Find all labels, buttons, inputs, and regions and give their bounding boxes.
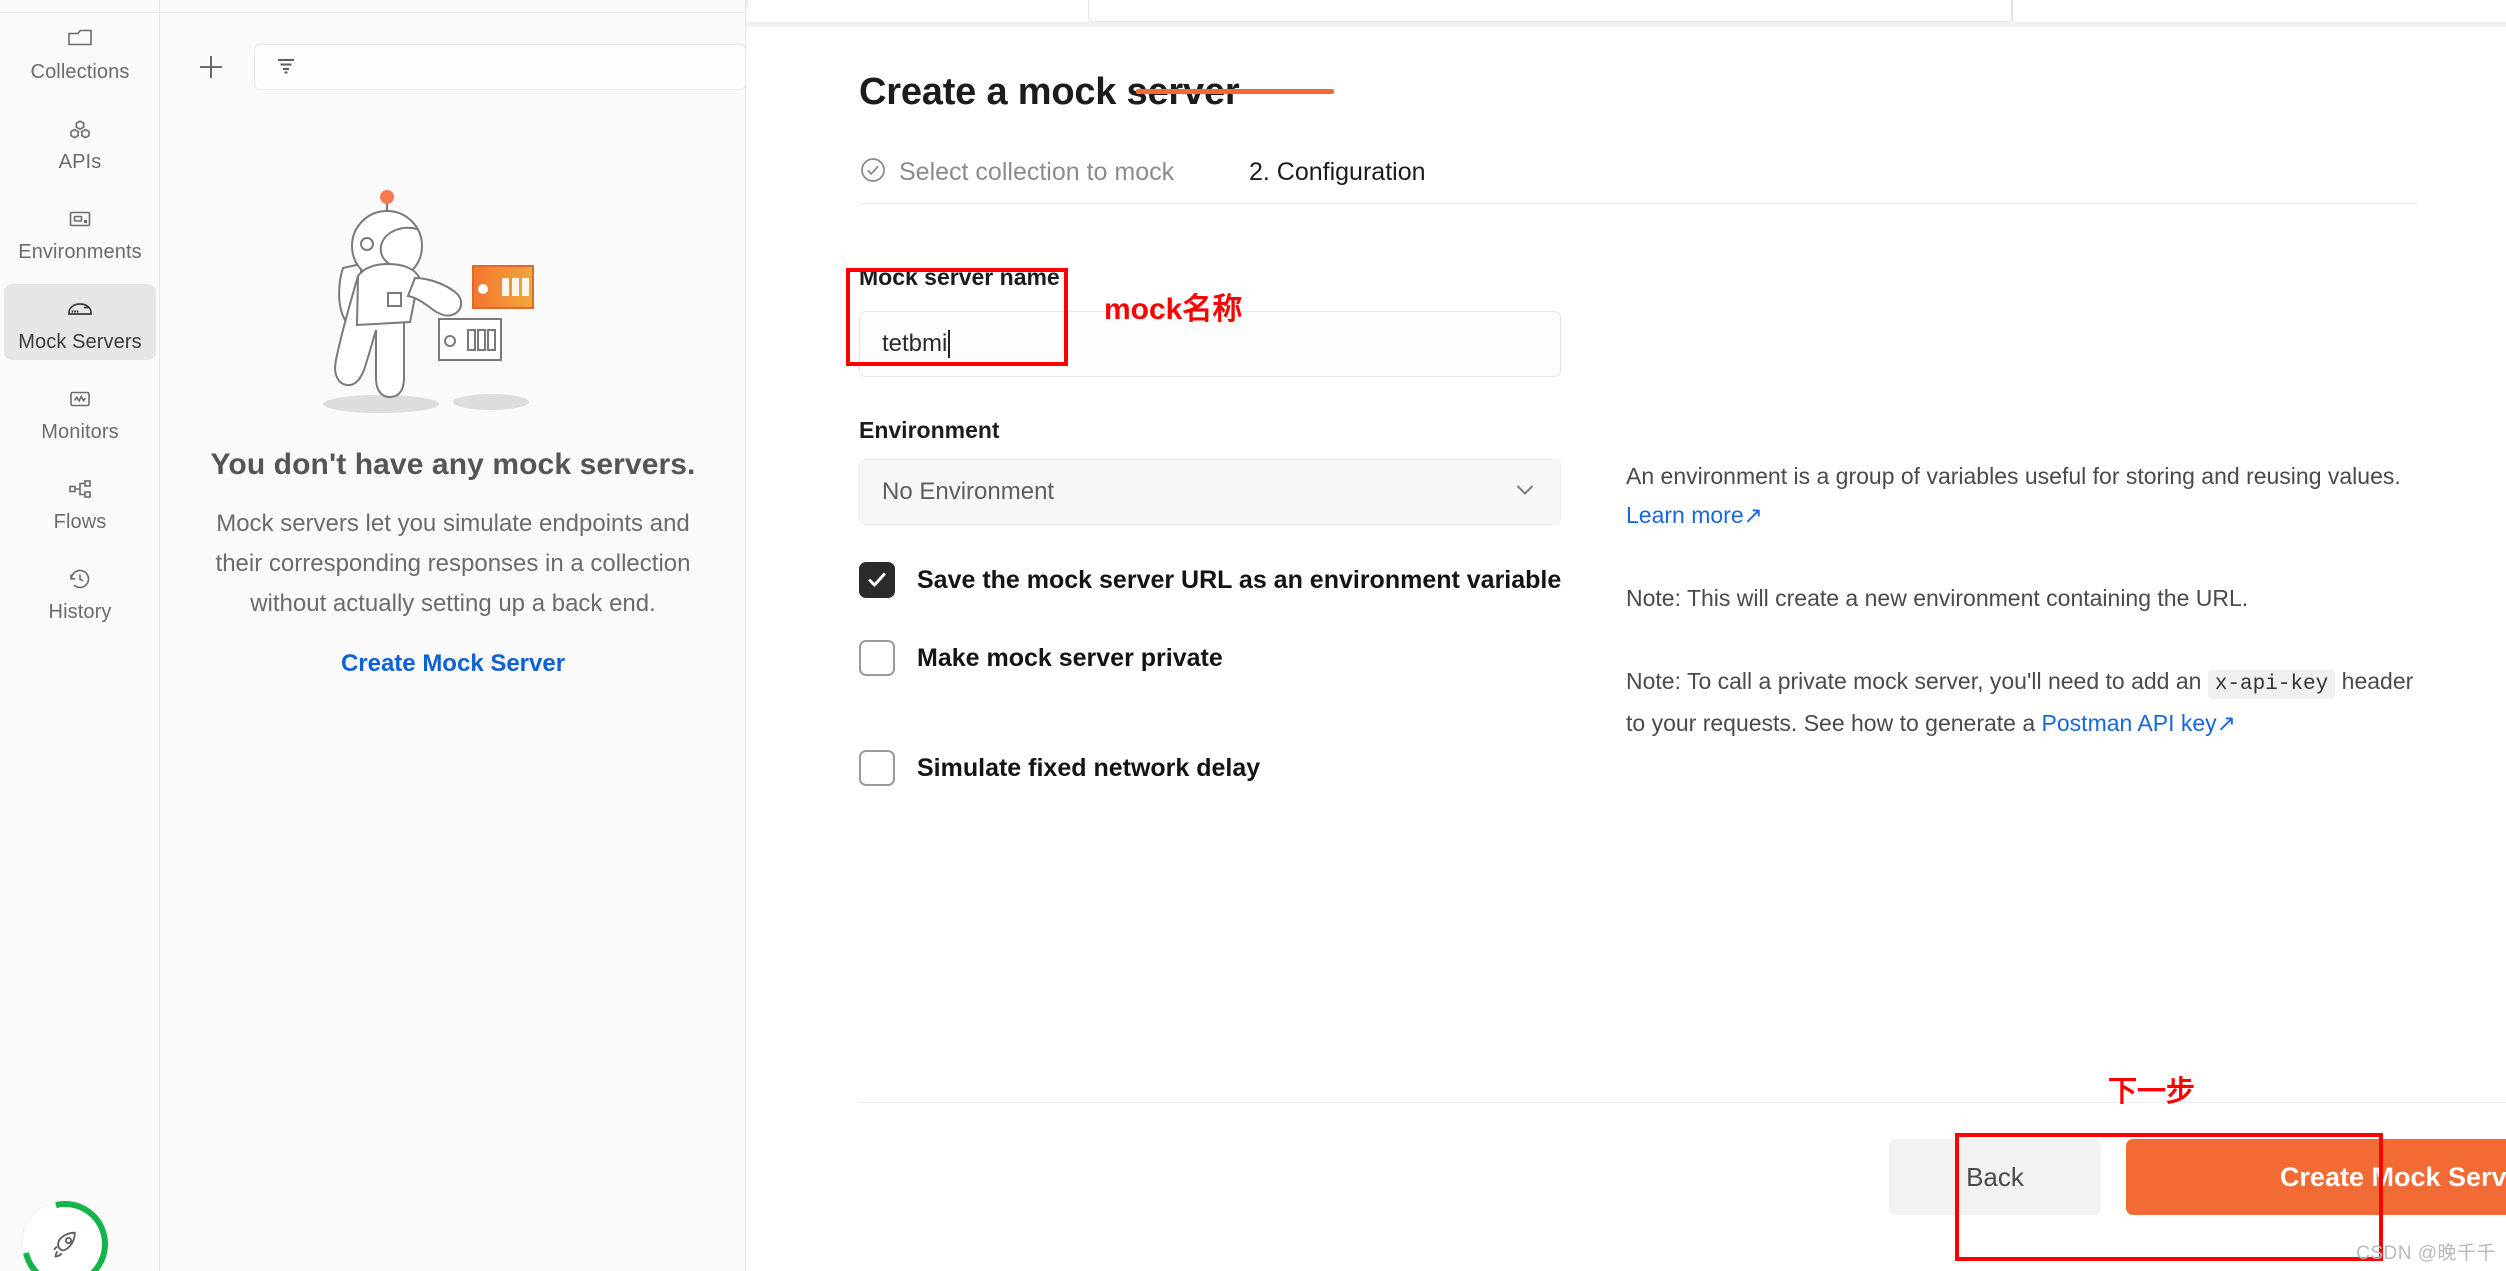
empty-state: You don't have any mock servers. Mock se… <box>160 176 746 678</box>
environment-label: Environment <box>859 417 1000 443</box>
wizard-steps: Select collection to mock 2. Configurati… <box>859 141 2419 203</box>
create-mock-server-link[interactable]: Create Mock Server <box>341 650 565 678</box>
empty-state-description: Mock servers let you simulate endpoints … <box>215 510 691 617</box>
wizard-steps-divider <box>859 203 2419 204</box>
monitors-icon <box>65 384 95 414</box>
top-right-panel-fragment <box>2012 0 2506 22</box>
empty-state-title: You don't have any mock servers. <box>210 448 696 481</box>
tab-select-collection[interactable]: Select collection to mock <box>859 141 1174 203</box>
rail-top-divider <box>0 12 160 13</box>
postman-window: Collections APIs Environments Mock Serve… <box>0 0 2506 1271</box>
rocket-icon[interactable] <box>5 1184 125 1271</box>
footer-divider <box>859 1102 2506 1103</box>
sidebar-item-history[interactable]: History <box>4 554 156 630</box>
sidebar-item-environments[interactable]: Environments <box>4 194 156 270</box>
checkbox-label: Make mock server private <box>917 643 1223 672</box>
plus-icon[interactable] <box>188 44 234 90</box>
checkbox-box <box>859 750 895 786</box>
help-text-column: An environment is a group of variables u… <box>1626 457 2426 743</box>
primary-sidebar-rail: Collections APIs Environments Mock Serve… <box>0 0 160 1271</box>
checkbox-label: Save the mock server URL as an environme… <box>917 565 1562 594</box>
filter-icon <box>273 52 299 83</box>
step-label: 2. Configuration <box>1249 157 1426 186</box>
mock-server-name-input[interactable]: tetbmi <box>859 311 1561 377</box>
postman-api-key-link[interactable]: Postman API key <box>2042 710 2217 736</box>
help-text: Note: To call a private mock server, you… <box>1626 668 2208 694</box>
active-tab-indicator <box>1136 89 1334 94</box>
sidebar-toolbar <box>160 38 746 96</box>
search-input[interactable] <box>254 44 746 90</box>
collections-icon <box>65 24 95 54</box>
mock-server-name-label: Mock server name <box>859 264 1060 290</box>
tab-configuration[interactable]: 2. Configuration <box>1249 141 1426 203</box>
checkbox-label: Simulate fixed network delay <box>917 753 1261 782</box>
checkbox-save-url-env-var[interactable]: Save the mock server URL as an environme… <box>859 562 1561 598</box>
apis-icon <box>65 114 95 144</box>
help-note-environment-created: Note: This will create a new environment… <box>1626 585 2249 611</box>
sidebar-item-collections[interactable]: Collections <box>4 14 156 90</box>
checkbox-make-private[interactable]: Make mock server private <box>859 640 1223 676</box>
chevron-down-icon <box>1512 476 1538 509</box>
sidebar-item-apis[interactable]: APIs <box>4 104 156 180</box>
sidebar-item-label: Flows <box>53 511 107 533</box>
environment-selected-value: No Environment <box>882 478 1055 505</box>
step-label: Select collection to mock <box>899 157 1175 186</box>
sidebar-item-label: Mock Servers <box>18 331 142 353</box>
check-circle-icon <box>859 156 887 189</box>
help-paragraph-environment: An environment is a group of variables u… <box>1626 457 2426 535</box>
sidebar-item-label: History <box>48 601 112 623</box>
sidebar-item-label: Environments <box>18 241 142 263</box>
environments-icon <box>65 204 95 234</box>
mock-servers-icon <box>65 294 95 324</box>
sidebar-item-label: Monitors <box>41 421 119 443</box>
create-mock-server-pane: Create a mock server Select collection t… <box>746 27 2506 1271</box>
external-link-arrow-icon: ↗ <box>2216 710 2236 736</box>
flows-icon <box>65 474 95 504</box>
learn-more-link[interactable]: Learn more <box>1626 502 1744 528</box>
environment-select[interactable]: No Environment <box>859 459 1561 525</box>
input-value: tetbmi <box>882 330 948 357</box>
mock-servers-list-panel: You don't have any mock servers. Mock se… <box>160 0 746 1271</box>
sidebar-item-mock-servers[interactable]: Mock Servers <box>4 284 156 360</box>
back-button[interactable]: Back <box>1889 1139 2101 1215</box>
checkbox-simulate-delay[interactable]: Simulate fixed network delay <box>859 750 1260 786</box>
external-link-arrow-icon: ↗ <box>1743 502 1763 528</box>
help-text: An environment is a group of variables u… <box>1626 463 2401 489</box>
sidebar-item-flows[interactable]: Flows <box>4 464 156 540</box>
progress-ring <box>5 1184 125 1271</box>
help-note-private-server: Note: To call a private mock server, you… <box>1626 662 2426 743</box>
sidebar-item-label: Collections <box>30 61 130 83</box>
astronaut-illustration <box>323 190 534 413</box>
checkbox-box <box>859 640 895 676</box>
history-icon <box>65 564 95 594</box>
text-caret <box>948 330 951 358</box>
sidebar-top-divider <box>160 12 746 13</box>
checkbox-box <box>859 562 895 598</box>
x-api-key-code: x-api-key <box>2207 670 2336 699</box>
sidebar-item-label: APIs <box>58 151 102 173</box>
create-mock-server-button[interactable]: Create Mock Server <box>2126 1139 2506 1215</box>
sidebar-item-monitors[interactable]: Monitors <box>4 374 156 450</box>
top-url-bar-fragment[interactable] <box>1088 0 2012 22</box>
